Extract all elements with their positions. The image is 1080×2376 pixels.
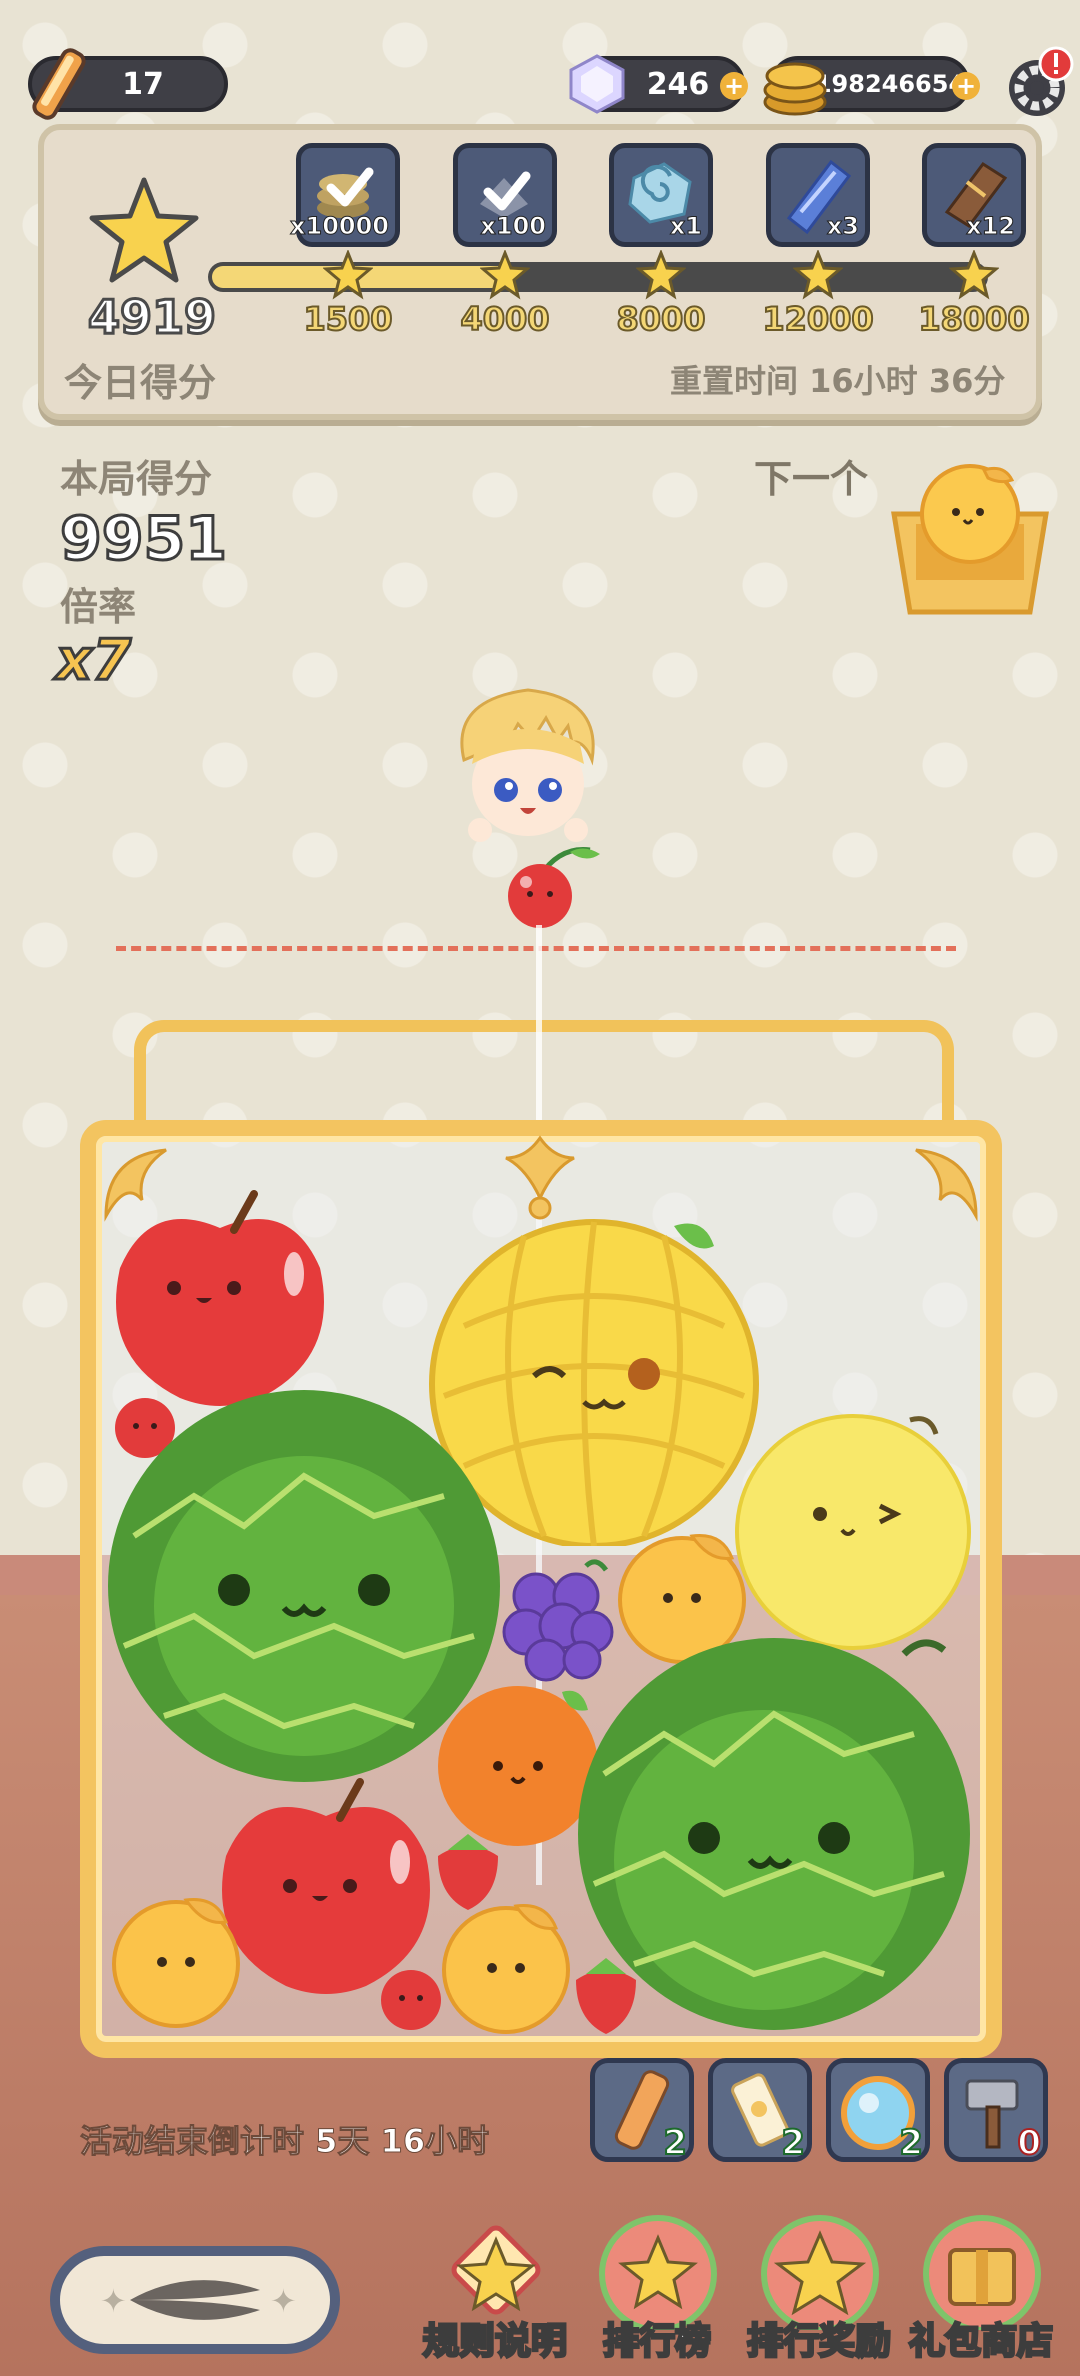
coins-value: 198246654 [814, 70, 966, 98]
reward-qty-2: x100 [480, 212, 547, 241]
tool-hammer-count: 0 [1016, 2122, 1042, 2164]
next-fruit-tray [891, 464, 1049, 615]
milestone-star-icon [636, 250, 686, 300]
tool-orb[interactable]: 2 [826, 2058, 930, 2164]
cherry-fruit [381, 1970, 441, 2030]
nav-gift-shop-label: 礼包商店 [907, 2320, 1054, 2364]
next-fruit-label: 下一个 [754, 457, 869, 501]
gems-value: 246 [646, 66, 710, 102]
round-score-value: 9951 [59, 503, 229, 576]
nav-rules-button[interactable]: 规则说明 [420, 2210, 570, 2376]
reward-qty-4: x3 [826, 212, 859, 241]
back-button[interactable]: ✦ ✦ [50, 2246, 340, 2354]
cherry-fruit-dropping [508, 847, 600, 928]
energy-stick-icon [32, 48, 86, 120]
reward-slot-4[interactable]: x3 [766, 143, 870, 247]
apple-fruit [116, 1190, 324, 1406]
daily-score-value: 4919 [86, 289, 217, 346]
milestone-star-icon [793, 250, 843, 300]
reset-time-text: 重置时间 16小时 36分 [670, 362, 1006, 400]
milestone-star-icon [323, 250, 373, 300]
daily-score-label: 今日得分 [64, 361, 217, 405]
multiplier-value: x7 [54, 627, 132, 695]
tool-hammer[interactable]: 0 [944, 2058, 1048, 2164]
svg-text:✦: ✦ [270, 2282, 297, 2320]
reward-slot-5[interactable]: x12 [922, 143, 1026, 247]
nav-rank-rewards-button[interactable]: 排行奖励 [744, 2210, 894, 2376]
tangerine-fruit [112, 1897, 240, 2028]
reward-slot-1[interactable]: x10000 [290, 143, 400, 247]
tool-orb-count: 2 [898, 2122, 924, 2164]
milestone-star-icon [949, 250, 999, 300]
milestone-label: 1500 [302, 299, 393, 339]
milestone-label: 4000 [459, 299, 550, 339]
round-score-label: 本局得分 [60, 457, 213, 501]
strawberry-fruit [576, 1958, 636, 2034]
multiplier-label: 倍率 [60, 585, 137, 629]
milestone-label: 12000 [761, 299, 874, 339]
nav-gift-shop-button[interactable]: 礼包商店 [906, 2210, 1056, 2376]
svg-text:✦: ✦ [100, 2282, 127, 2320]
character-avatar [460, 688, 595, 842]
tool-bandage-count: 2 [662, 2122, 688, 2164]
tool-potion[interactable]: 2 [708, 2058, 812, 2164]
milestone-label: 18000 [917, 299, 1030, 339]
star-icon [89, 177, 199, 283]
lemon-fruit [735, 1414, 971, 1650]
tangerine-fruit [442, 1903, 570, 2034]
nav-leaderboard-button[interactable]: 排行榜 [582, 2210, 732, 2376]
coin-stack-icon [763, 62, 827, 116]
alert-badge-icon [1038, 46, 1074, 82]
gems-add-button[interactable]: + [720, 72, 748, 100]
reward-qty-1: x10000 [290, 212, 390, 241]
reward-slot-2[interactable]: x100 [453, 143, 557, 247]
milestone-label: 8000 [615, 299, 706, 339]
reward-qty-3: x1 [669, 212, 702, 241]
tool-bandage[interactable]: 2 [590, 2058, 694, 2164]
milestone-star-icon [480, 250, 530, 300]
tool-potion-count: 2 [780, 2122, 806, 2164]
reward-slot-3[interactable]: x1 [609, 143, 713, 247]
coins-add-button[interactable]: + [952, 72, 980, 100]
container-corner-ornament [915, 1148, 978, 1222]
reward-qty-5: x12 [966, 212, 1016, 241]
energy-value: 17 [122, 66, 164, 102]
gem-icon [569, 54, 625, 114]
back-arrow-icon: ✦ ✦ [100, 2280, 297, 2320]
event-countdown: 活动结束倒计时 5天 16小时 [79, 2122, 490, 2161]
